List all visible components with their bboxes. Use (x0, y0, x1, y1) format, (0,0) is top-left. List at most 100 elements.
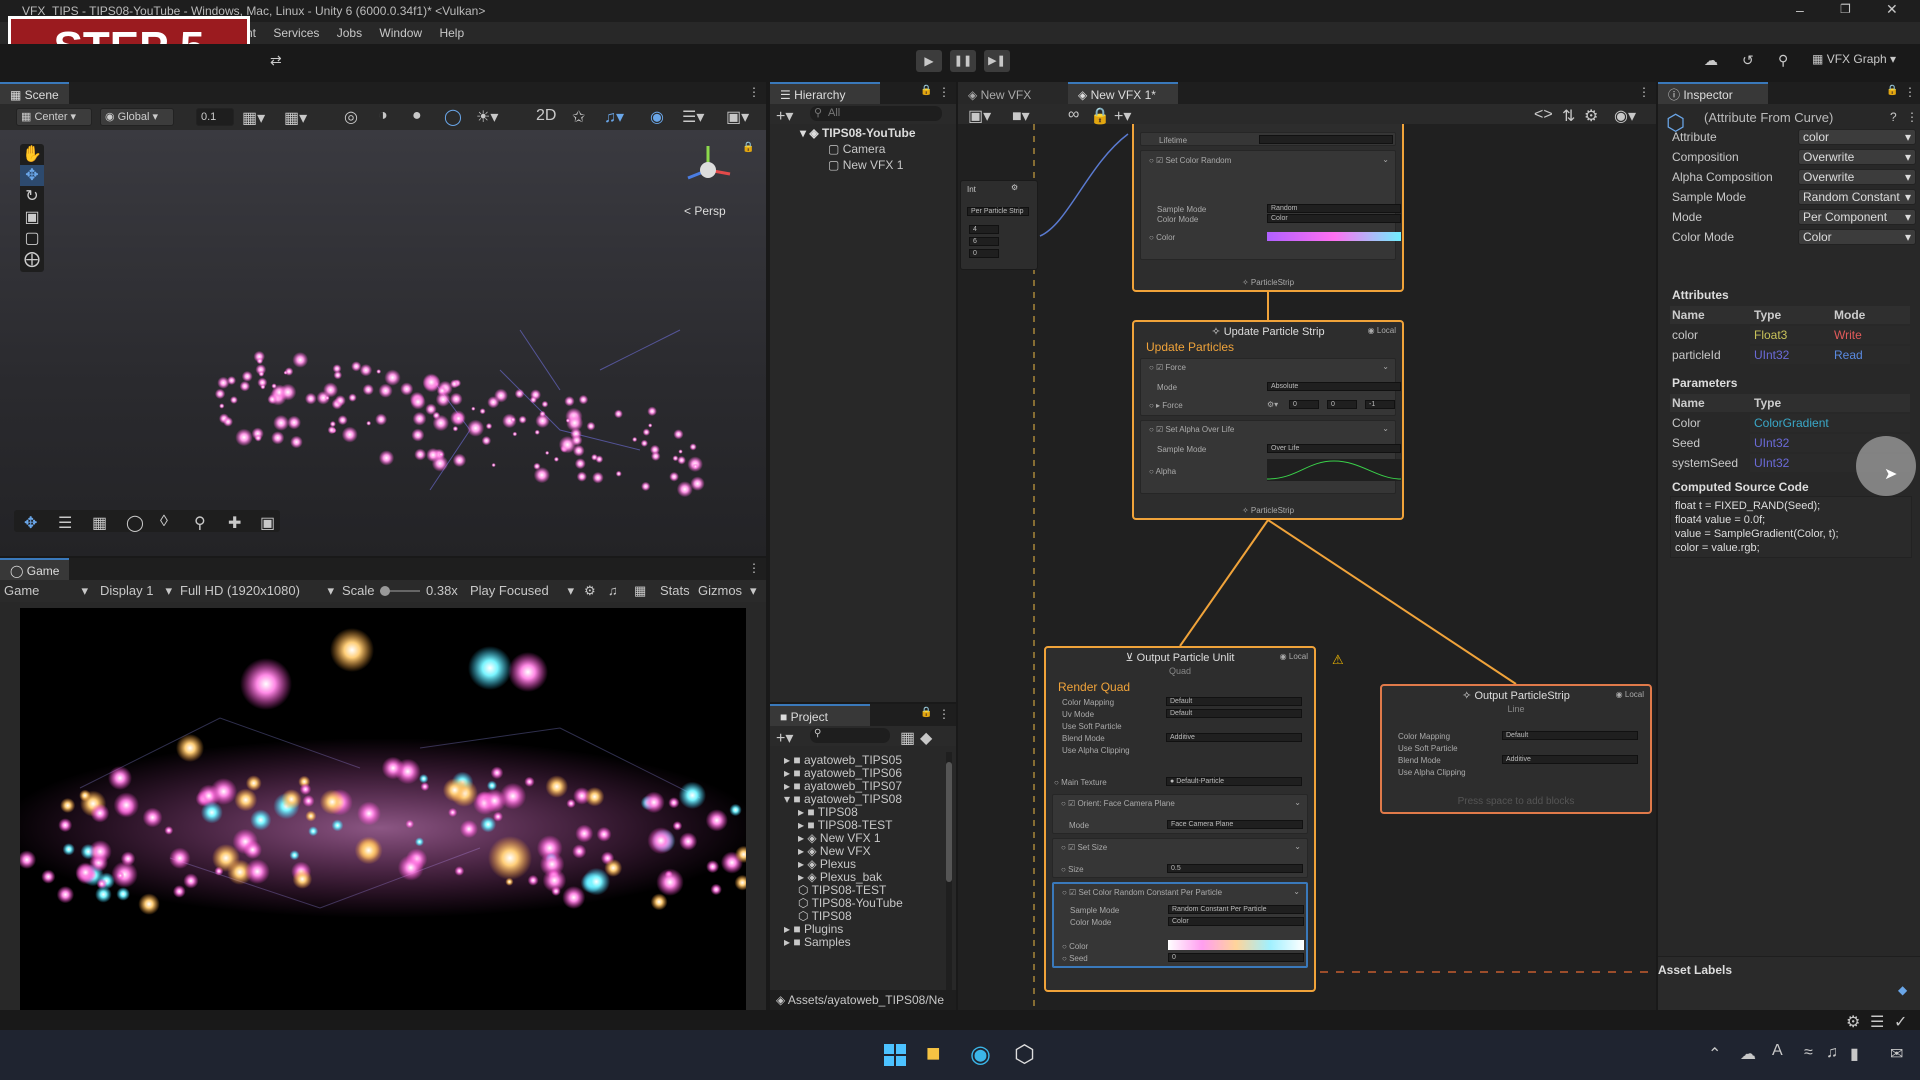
vfx-menu-icon[interactable]: ⋮ (1638, 85, 1650, 99)
mute-icon[interactable]: ♫ (608, 583, 618, 598)
status-check-icon[interactable]: ✓ (1894, 1012, 1907, 1032)
2d-toggle-icon[interactable]: 2D (536, 107, 556, 125)
snap-increment-field[interactable]: 0.1 (196, 108, 234, 126)
block-collapse-icon[interactable]: ⌄ (1382, 362, 1389, 371)
scale-slider[interactable] (380, 586, 420, 596)
property-dropdown[interactable]: Overwrite ▾ (1798, 169, 1916, 185)
tray-expand-icon[interactable]: ⌃ (1708, 1044, 1721, 1064)
color-gradient-field[interactable] (1168, 940, 1304, 950)
shading-shaded-icon[interactable]: ◑ (378, 107, 388, 125)
vfx-canvas[interactable]: Int ⚙ Per Particle Strip 4 6 0 Lifetime … (958, 124, 1656, 1010)
block-collapse-icon[interactable]: ⌄ (1382, 155, 1389, 164)
help-icon[interactable]: ? (1890, 110, 1897, 124)
int-value-field[interactable]: 0 (969, 249, 999, 258)
seed-field[interactable]: 0 (1168, 953, 1304, 962)
property-dropdown[interactable]: Per Component ▾ (1798, 209, 1916, 225)
set-color-random-block[interactable]: ○ ☑ Set Color Random ⌄ Sample Mode Rando… (1140, 150, 1401, 260)
overlay-circle-icon[interactable]: ◯ (126, 513, 144, 533)
light-icon[interactable]: ☀▾ (476, 107, 498, 127)
collab-icon[interactable]: ⇄ (270, 52, 282, 69)
tab-game[interactable]: ◯ Game (0, 558, 70, 580)
overlay-search-icon[interactable]: ⚲ (194, 513, 206, 533)
main-texture-field[interactable]: ● Default-Particle (1166, 777, 1302, 786)
int-value-field[interactable]: 4 (969, 225, 999, 234)
menu-item-services[interactable]: Services (273, 26, 319, 40)
local-space-toggle[interactable]: ◉ Local (1616, 690, 1644, 699)
tab-inspector[interactable]: ⓘ Inspector (1658, 82, 1768, 104)
block-collapse-icon[interactable]: ⌄ (1294, 798, 1301, 807)
hierarchy-menu-icon[interactable]: ⋮ (938, 85, 950, 99)
output-quad-node[interactable]: ⊻ Output Particle Unlit Quad ◉ Local ⚠ R… (1044, 646, 1344, 992)
scale-tool-icon[interactable]: ▣ (20, 207, 44, 228)
keyboard-icon[interactable]: ▦ (634, 583, 646, 599)
force-y-field[interactable]: 0 (1327, 400, 1357, 409)
scene-menu-icon[interactable]: ⋮ (748, 85, 760, 99)
block-collapse-icon[interactable]: ⌄ (1382, 424, 1389, 433)
move-tool-icon[interactable]: ✥ (20, 165, 44, 186)
game-menu-icon[interactable]: ⋮ (748, 561, 760, 575)
resolution-dropdown[interactable]: Full HD (1920x1080) ▾ (180, 583, 334, 598)
step-button[interactable]: ▶❚ (984, 50, 1010, 72)
game-viewport[interactable] (20, 608, 746, 1010)
local-space-toggle[interactable]: ◉ Local (1280, 652, 1308, 661)
overlay-grid-icon[interactable]: ▦ (92, 513, 107, 533)
lock-icon[interactable]: 🔒 (742, 142, 754, 153)
tray-app-icon[interactable]: ☁ (1740, 1044, 1756, 1064)
setting-dropdown[interactable]: Default (1502, 731, 1638, 740)
project-scrollbar[interactable] (946, 752, 952, 992)
tab-project[interactable]: ■ Project (770, 704, 870, 726)
history-icon[interactable]: ↺ (1742, 52, 1754, 69)
hierarchy-lock-icon[interactable]: 🔒 (920, 85, 932, 96)
tab-hierarchy[interactable]: ☰ Hierarchy (770, 82, 880, 104)
grid-snap-icon[interactable]: ▦▾ (242, 108, 265, 128)
battery-icon[interactable]: ▮ (1850, 1044, 1859, 1064)
property-dropdown[interactable]: color ▾ (1798, 129, 1916, 145)
project-lock-icon[interactable]: 🔒 (920, 707, 932, 718)
vfx-visibility-icon[interactable]: ◉▾ (1614, 106, 1636, 126)
persp-label[interactable]: < Persp (684, 204, 726, 218)
initialize-context-node[interactable]: Lifetime ○ ☑ Set Color Random ⌄ Sample M… (1132, 124, 1404, 292)
color-mode-dropdown[interactable]: Color (1267, 214, 1401, 223)
status-layers-icon[interactable]: ☰ (1870, 1012, 1884, 1032)
property-dropdown[interactable]: Overwrite ▾ (1798, 149, 1916, 165)
int-value-field[interactable]: 6 (969, 237, 999, 246)
hierarchy-item-camera[interactable]: ▢ Camera (828, 141, 885, 157)
alpha-sample-dropdown[interactable]: Over Life (1267, 444, 1401, 453)
overlay-camera-icon[interactable]: ▣ (260, 513, 275, 533)
space-icon[interactable]: ⚙▾ (1267, 400, 1278, 409)
play-button[interactable]: ▶ (916, 50, 942, 72)
hierarchy-item-new-vfx-1[interactable]: ▢ New VFX 1 (828, 157, 903, 173)
effects-icon[interactable]: ✩ (572, 107, 585, 127)
setting-dropdown[interactable]: Default (1166, 697, 1302, 706)
inspector-lock-icon[interactable]: 🔒 (1886, 85, 1898, 96)
lifetime-block[interactable]: Lifetime (1140, 132, 1396, 146)
tab-new-vfx-1[interactable]: ◈ New VFX 1* (1068, 82, 1178, 104)
filter-icon[interactable]: ▦ (900, 728, 915, 748)
color-sample-mode-dropdown[interactable]: Random Constant Per Particle (1168, 905, 1304, 914)
force-x-field[interactable]: 0 (1289, 400, 1319, 409)
overlay-align-icon[interactable]: ☰ (58, 513, 72, 533)
hierarchy-search-input[interactable]: ⚲ All (810, 106, 942, 121)
setting-dropdown[interactable]: Default (1166, 709, 1302, 718)
pivot-center-dropdown[interactable]: ▦ Center ▾ (16, 108, 92, 126)
property-dropdown[interactable]: Random Constant ▾ (1798, 189, 1916, 205)
vfx-save-icon[interactable]: ▣▾ (968, 106, 991, 126)
warning-icon[interactable]: ⚠ (1332, 652, 1344, 668)
shading-lit-icon[interactable]: ◯ (444, 107, 462, 127)
rotate-tool-icon[interactable]: ↻ (20, 186, 44, 207)
ime-icon[interactable]: A (1772, 1042, 1783, 1060)
sample-mode-dropdown[interactable]: Random (1267, 204, 1401, 213)
display-dropdown[interactable]: Display 1 ▾ (100, 583, 172, 598)
vfx-add-icon[interactable]: +▾ (1114, 106, 1131, 126)
notification-icon[interactable]: ✉ (1890, 1044, 1903, 1064)
local-space-toggle[interactable]: ◉ Local (1368, 326, 1396, 335)
force-block[interactable]: ○ ☑ Force ⌄ Mode Absolute ○ ▸ Force ⚙▾ 0… (1140, 358, 1401, 416)
force-z-field[interactable]: -1 (1365, 400, 1395, 409)
orient-block[interactable]: ○ ☑ Orient: Face Camera Plane ⌄ Mode Fac… (1052, 794, 1308, 834)
unity-hub-icon[interactable]: ⬡ (1014, 1040, 1035, 1069)
visibility-icon[interactable]: ◉ (650, 107, 664, 127)
label-filter-icon[interactable]: ◆ (920, 728, 932, 748)
stats-button[interactable]: Stats (660, 583, 690, 598)
color-mode-dropdown[interactable]: Color (1168, 917, 1304, 926)
int-operator-node[interactable]: Int ⚙ Per Particle Strip 4 6 0 (960, 180, 1038, 270)
